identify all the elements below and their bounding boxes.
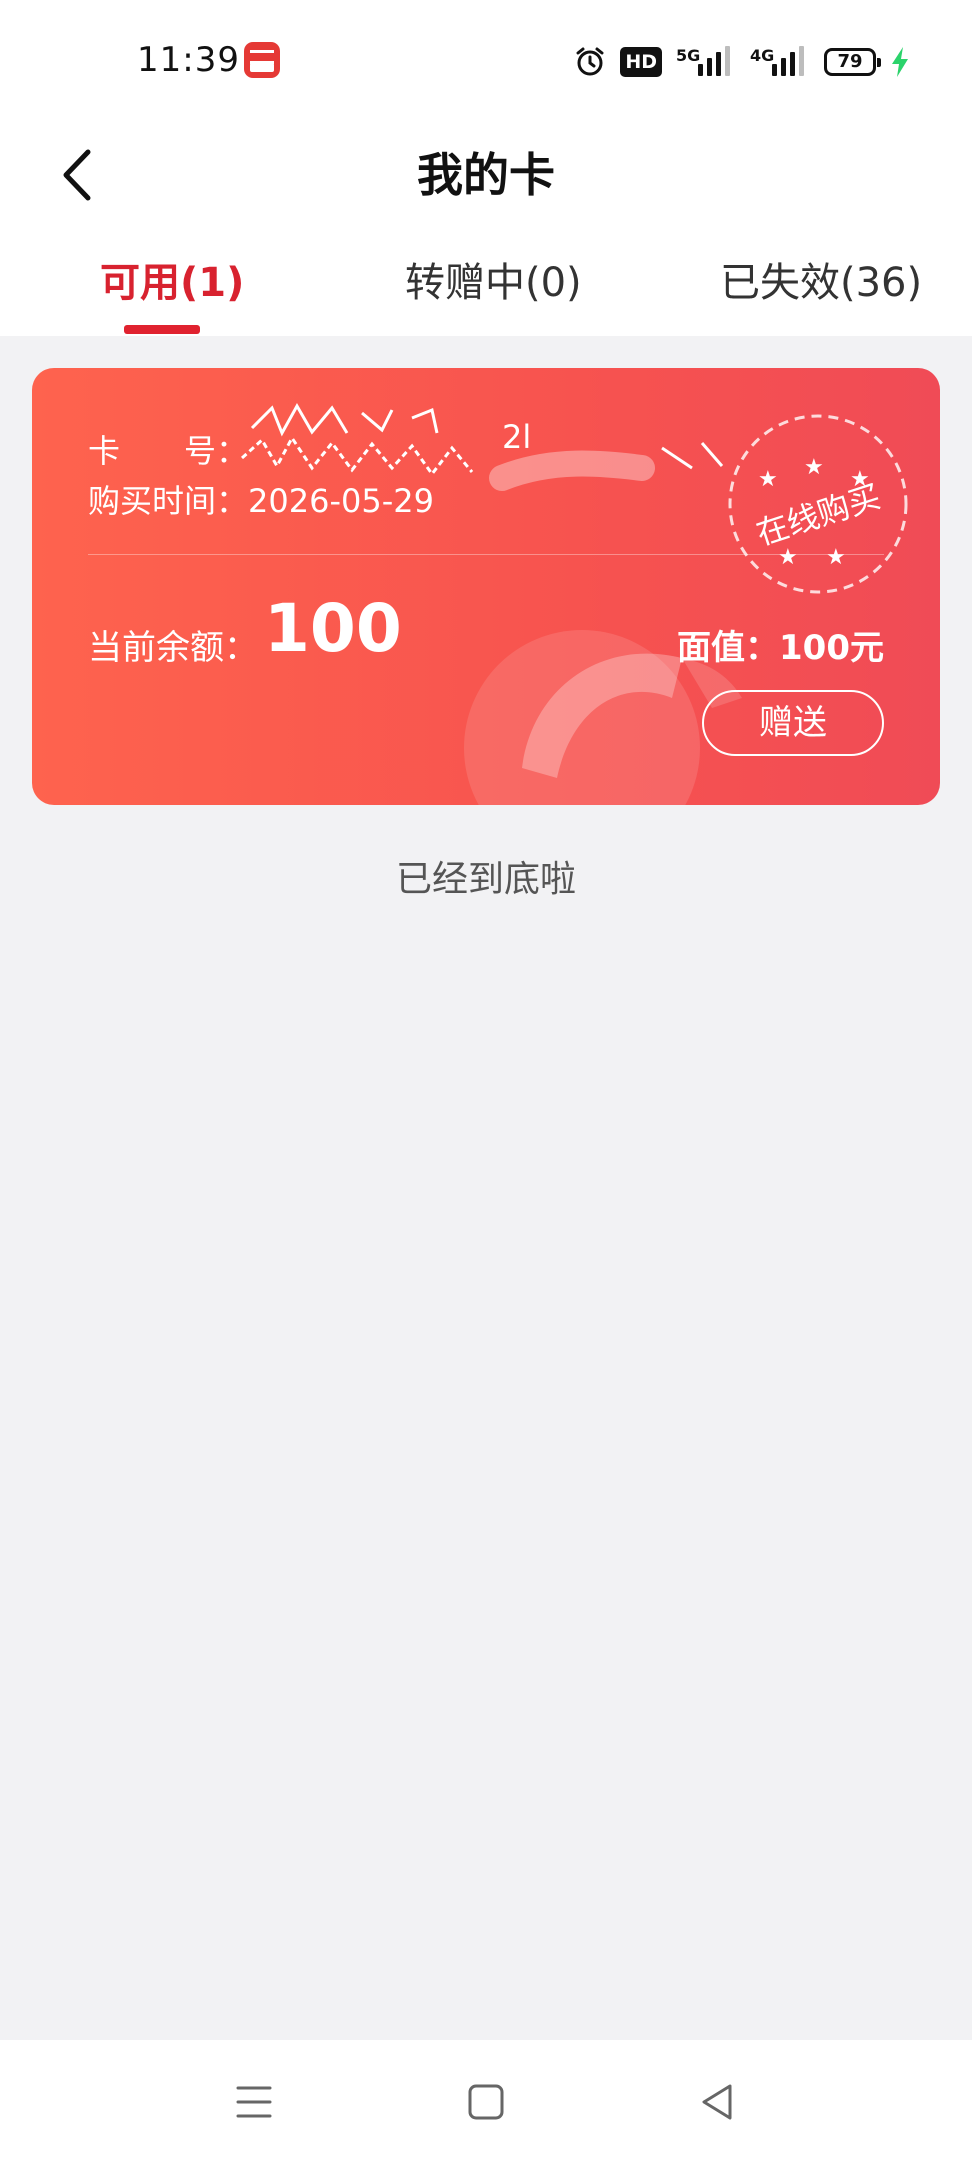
charging-icon (892, 47, 908, 77)
status-icons: HD 5G 4G 79 (574, 44, 910, 80)
signal-5g-label: 5G (676, 46, 701, 65)
gift-card[interactable]: 卡 号： 2l 购买时间：2026-05-29 ★ ★ ★ ★ ★ 在线购买 当… (32, 368, 940, 805)
tab-available[interactable]: 可用(1) (100, 250, 244, 308)
page-title: 我的卡 (417, 148, 555, 202)
gift-button[interactable]: 赠送 (702, 690, 884, 756)
signal-5g-icon: 5G (676, 46, 736, 78)
alarm-icon (576, 47, 604, 76)
nav-header: 我的卡 (0, 120, 972, 230)
card-divider (88, 554, 884, 555)
tab-expired[interactable]: 已失效(36) (720, 250, 922, 308)
tab-bar: 可用(1) 转赠中(0) 已失效(36) (0, 230, 972, 336)
purchase-time-row: 购买时间：2026-05-29 (88, 476, 434, 522)
menu-icon[interactable] (232, 2080, 276, 2124)
hd-icon: HD (620, 47, 662, 77)
signal-4g-label: 4G (750, 46, 775, 65)
home-icon[interactable] (464, 2080, 508, 2124)
back-triangle-icon[interactable] (696, 2080, 740, 2124)
balance-value: 100 (264, 590, 402, 667)
battery-icon: 79 (824, 48, 881, 76)
signal-4g-icon: 4G (750, 46, 810, 78)
svg-text:★: ★ (826, 545, 846, 570)
end-of-list-text: 已经到底啦 (395, 859, 576, 900)
online-purchase-stamp-icon: ★ ★ ★ ★ ★ 在线购买 (728, 414, 908, 594)
status-time: 11:39 (137, 40, 240, 80)
system-nav-bar (0, 2040, 972, 2160)
tab-indicator (124, 325, 200, 334)
purchase-time-label: 购买时间： (88, 482, 249, 520)
screen: 11:39 HD 5G 4G 79 我的卡 可用(1) 转赠中(0) 已失效(3… (0, 0, 972, 2160)
svg-text:★: ★ (758, 467, 778, 492)
svg-text:★: ★ (778, 545, 798, 570)
svg-text:★: ★ (804, 455, 824, 480)
purchase-time-value: 2026-05-29 (248, 482, 434, 520)
battery-level: 79 (837, 51, 863, 72)
face-value: 面值：100元 (677, 628, 884, 668)
status-bar: 11:39 HD 5G 4G 79 (0, 0, 972, 120)
app-icon (244, 42, 280, 78)
balance-label: 当前余额： (88, 628, 258, 668)
tab-transferring[interactable]: 转赠中(0) (405, 250, 582, 308)
